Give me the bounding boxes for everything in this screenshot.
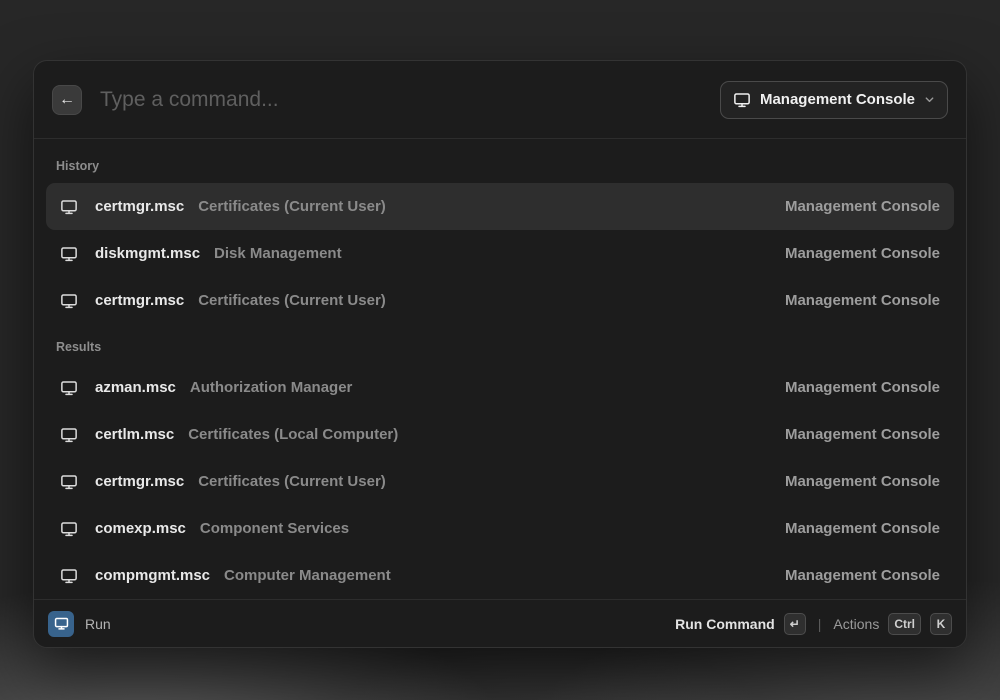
command-category: Management Console xyxy=(785,567,940,584)
command-description: Computer Management xyxy=(224,567,771,584)
back-arrow-icon: ← xyxy=(59,91,75,109)
ctrl-key-badge: Ctrl xyxy=(888,613,921,635)
run-command-label: Run Command xyxy=(675,616,775,632)
palette-header: ← Management Console xyxy=(34,61,966,139)
command-category: Management Console xyxy=(785,198,940,215)
history-item[interactable]: certmgr.msc Certificates (Current User) … xyxy=(46,277,954,324)
command-category: Management Console xyxy=(785,473,940,490)
section-label-results: Results xyxy=(46,324,954,364)
command-name: certmgr.msc xyxy=(95,292,184,309)
footer-separator: | xyxy=(818,616,822,632)
command-description: Certificates (Current User) xyxy=(198,292,771,309)
command-category: Management Console xyxy=(785,292,940,309)
app-label: Run xyxy=(85,616,111,632)
command-description: Component Services xyxy=(200,520,771,537)
run-app-icon xyxy=(48,611,74,637)
command-category: Management Console xyxy=(785,520,940,537)
command-category: Management Console xyxy=(785,426,940,443)
run-command-button[interactable]: Run Command ↵ xyxy=(675,613,806,635)
actions-label: Actions xyxy=(833,616,879,632)
command-list: History certmgr.msc Certificates (Curren… xyxy=(34,139,966,599)
command-name: comexp.msc xyxy=(95,520,186,537)
monitor-icon xyxy=(60,379,78,397)
command-name: azman.msc xyxy=(95,379,176,396)
command-description: Certificates (Current User) xyxy=(198,198,771,215)
monitor-icon xyxy=(60,198,78,216)
actions-button[interactable]: Actions Ctrl K xyxy=(833,613,952,635)
command-name: certlm.msc xyxy=(95,426,174,443)
history-item[interactable]: certmgr.msc Certificates (Current User) … xyxy=(46,183,954,230)
section-label-history: History xyxy=(46,143,954,183)
command-description: Certificates (Local Computer) xyxy=(188,426,771,443)
command-description: Disk Management xyxy=(214,245,771,262)
command-description: Certificates (Current User) xyxy=(198,473,771,490)
monitor-icon xyxy=(60,473,78,491)
command-search-input[interactable] xyxy=(100,88,720,112)
back-button[interactable]: ← xyxy=(52,85,82,115)
monitor-icon xyxy=(60,520,78,538)
history-item[interactable]: diskmgmt.msc Disk Management Management … xyxy=(46,230,954,277)
palette-footer: Run Run Command ↵ | Actions Ctrl K xyxy=(34,599,966,647)
monitor-icon xyxy=(60,567,78,585)
command-category: Management Console xyxy=(785,379,940,396)
command-name: compmgmt.msc xyxy=(95,567,210,584)
mode-selector[interactable]: Management Console xyxy=(720,81,948,119)
mode-label: Management Console xyxy=(760,91,915,108)
command-palette: ← Management Console History certmgr.msc… xyxy=(33,60,967,648)
monitor-icon xyxy=(733,91,751,109)
command-category: Management Console xyxy=(785,245,940,262)
k-key-badge: K xyxy=(930,613,952,635)
command-description: Authorization Manager xyxy=(190,379,771,396)
command-name: diskmgmt.msc xyxy=(95,245,200,262)
enter-key-icon: ↵ xyxy=(784,613,806,635)
result-item[interactable]: certlm.msc Certificates (Local Computer)… xyxy=(46,411,954,458)
result-item[interactable]: comexp.msc Component Services Management… xyxy=(46,505,954,552)
monitor-icon xyxy=(60,426,78,444)
command-name: certmgr.msc xyxy=(95,473,184,490)
monitor-icon xyxy=(60,292,78,310)
result-item[interactable]: certmgr.msc Certificates (Current User) … xyxy=(46,458,954,505)
chevron-down-icon xyxy=(924,94,935,105)
monitor-icon xyxy=(60,245,78,263)
result-item[interactable]: azman.msc Authorization Manager Manageme… xyxy=(46,364,954,411)
command-name: certmgr.msc xyxy=(95,198,184,215)
result-item[interactable]: compmgmt.msc Computer Management Managem… xyxy=(46,552,954,599)
